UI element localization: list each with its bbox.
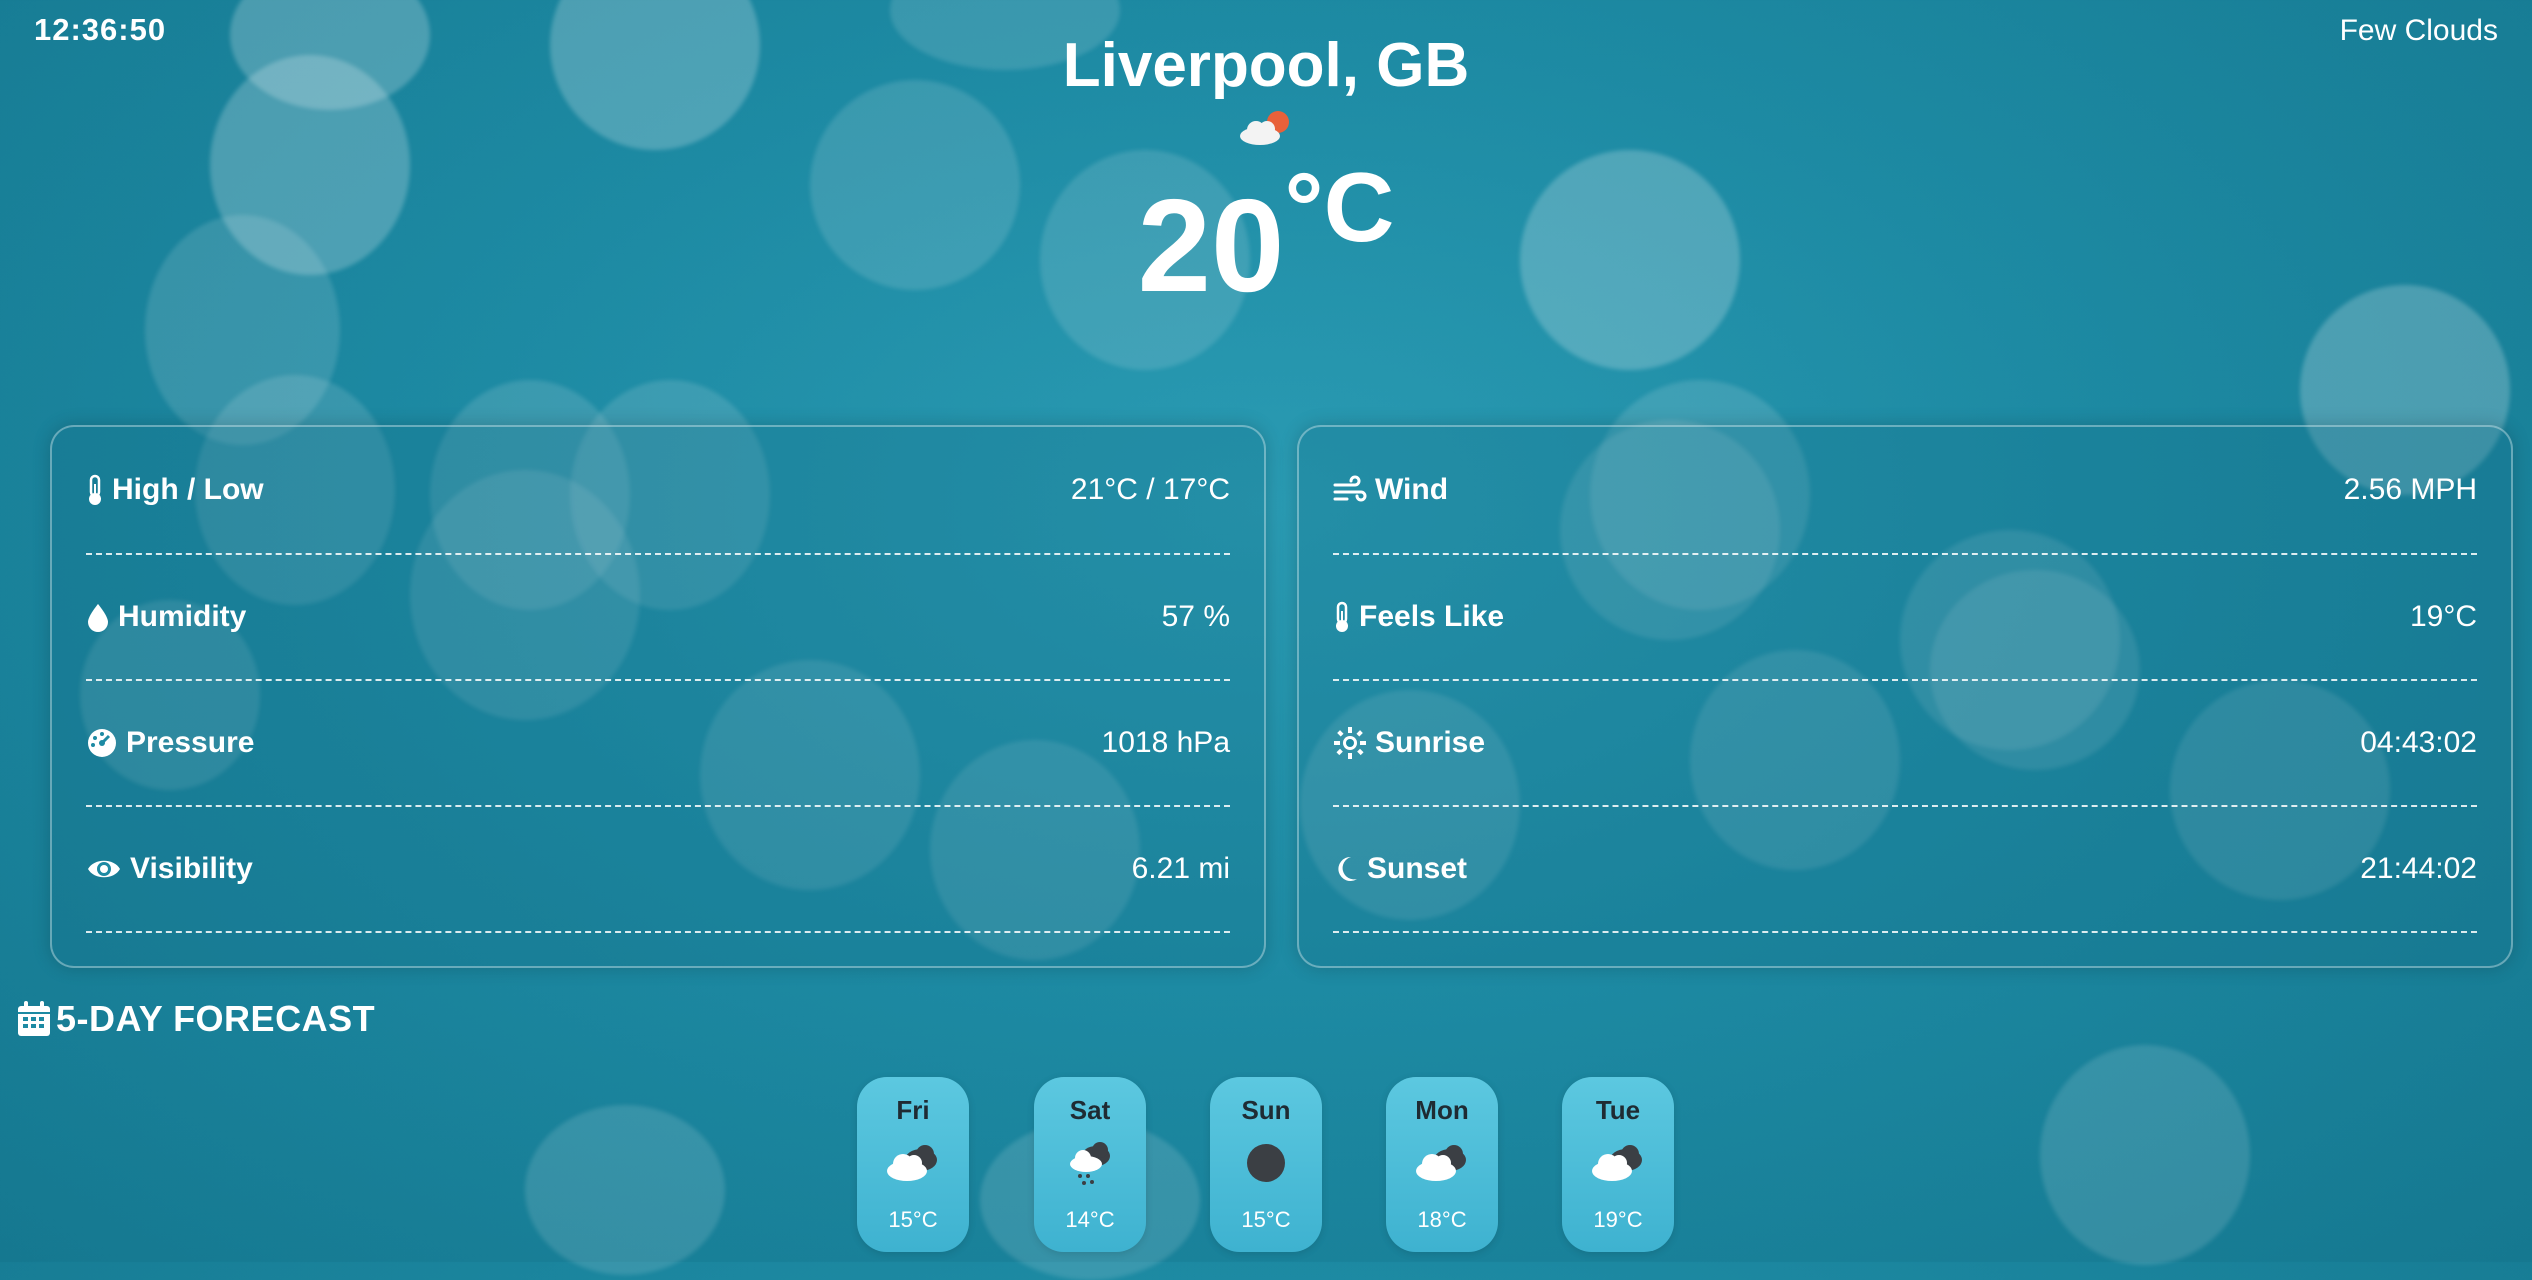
- temp-value: 20: [1137, 172, 1285, 319]
- forecast-day-name: Fri: [896, 1095, 930, 1125]
- forecast-title: 5-DAY FORECAST: [56, 998, 376, 1039]
- detail-value: 21:44:02: [2360, 852, 2477, 885]
- detail-row-wind: Wind 2.56 MPH: [1333, 427, 2477, 555]
- detail-row-pressure: Pressure 1018 hPa: [86, 681, 1230, 807]
- detail-label: Pressure: [126, 726, 255, 759]
- dark-circle-icon: [1247, 1144, 1285, 1182]
- detail-value: 21°C / 17°C: [1070, 473, 1230, 506]
- forecast-temp: 15°C: [888, 1207, 938, 1232]
- broken-clouds-icon: [1416, 1145, 1466, 1181]
- detail-row-sunrise: Sunrise 04:43:02: [1333, 681, 2477, 807]
- details-card-right: Wind 2.56 MPH Feels Like 19°C Sunrise 04…: [1297, 425, 2513, 968]
- forecast-day-tue: Tue 19°C: [1562, 1077, 1674, 1252]
- detail-row-high-low: High / Low 21°C / 17°C: [86, 427, 1230, 555]
- broken-clouds-icon: [887, 1145, 937, 1181]
- forecast-day-name: Mon: [1415, 1095, 1469, 1125]
- detail-row-sunset: Sunset 21:44:02: [1333, 807, 2477, 933]
- detail-label: High / Low: [112, 473, 264, 506]
- sun-icon: [1334, 727, 1366, 759]
- detail-value: 19°C: [2409, 600, 2477, 633]
- moon-icon: [1338, 856, 1357, 881]
- detail-value: 2.56 MPH: [2343, 473, 2477, 506]
- gauge-icon: [88, 729, 116, 757]
- forecast-temp: 15°C: [1241, 1207, 1291, 1232]
- rain-cloud-icon: [1070, 1142, 1110, 1185]
- forecast-day-mon: Mon 18°C: [1386, 1077, 1498, 1252]
- current-temperature: 20°C: [0, 158, 2532, 312]
- detail-label: Feels Like: [1359, 600, 1505, 633]
- forecast-day-name: Sun: [1241, 1095, 1291, 1125]
- detail-label: Visibility: [130, 852, 253, 885]
- detail-label: Sunset: [1367, 852, 1468, 885]
- forecast-temp: 19°C: [1593, 1207, 1643, 1232]
- thermometer-icon: [89, 474, 101, 505]
- detail-label: Humidity: [118, 600, 247, 633]
- forecast-temp: 18°C: [1417, 1207, 1467, 1232]
- detail-value: 6.21 mi: [1131, 852, 1230, 885]
- droplet-icon: [88, 604, 108, 632]
- forecast-temp: 14°C: [1065, 1207, 1115, 1232]
- detail-label: Sunrise: [1375, 726, 1486, 759]
- forecast-day-name: Tue: [1595, 1095, 1641, 1125]
- detail-label: Wind: [1375, 473, 1449, 506]
- wind-icon: [1333, 475, 1367, 502]
- temp-unit: °C: [1284, 152, 1395, 262]
- forecast-day-name: Sat: [1069, 1095, 1111, 1125]
- calendar-icon: [18, 1001, 50, 1036]
- detail-row-humidity: Humidity 57 %: [86, 555, 1230, 681]
- details-card-left: High / Low 21°C / 17°C Humidity 57 % Pre…: [50, 425, 1266, 968]
- forecast-day-sat: Sat 14°C: [1034, 1077, 1146, 1252]
- thermometer-icon: [1336, 601, 1348, 632]
- few-clouds-day-icon: [1240, 111, 1289, 145]
- detail-value: 57 %: [1161, 600, 1230, 633]
- detail-row-feels-like: Feels Like 19°C: [1333, 555, 2477, 681]
- forecast-heading: 5-DAY FORECAST: [16, 998, 375, 1040]
- eye-icon: [88, 860, 120, 878]
- broken-clouds-icon: [1592, 1145, 1642, 1181]
- forecast-day-fri: Fri 15°C: [857, 1077, 969, 1252]
- detail-row-visibility: Visibility 6.21 mi: [86, 807, 1230, 933]
- detail-value: 1018 hPa: [1101, 726, 1230, 759]
- location-title: Liverpool, GB: [1062, 31, 1470, 100]
- forecast-day-sun: Sun 15°C: [1210, 1077, 1322, 1252]
- detail-value: 04:43:02: [2360, 726, 2477, 759]
